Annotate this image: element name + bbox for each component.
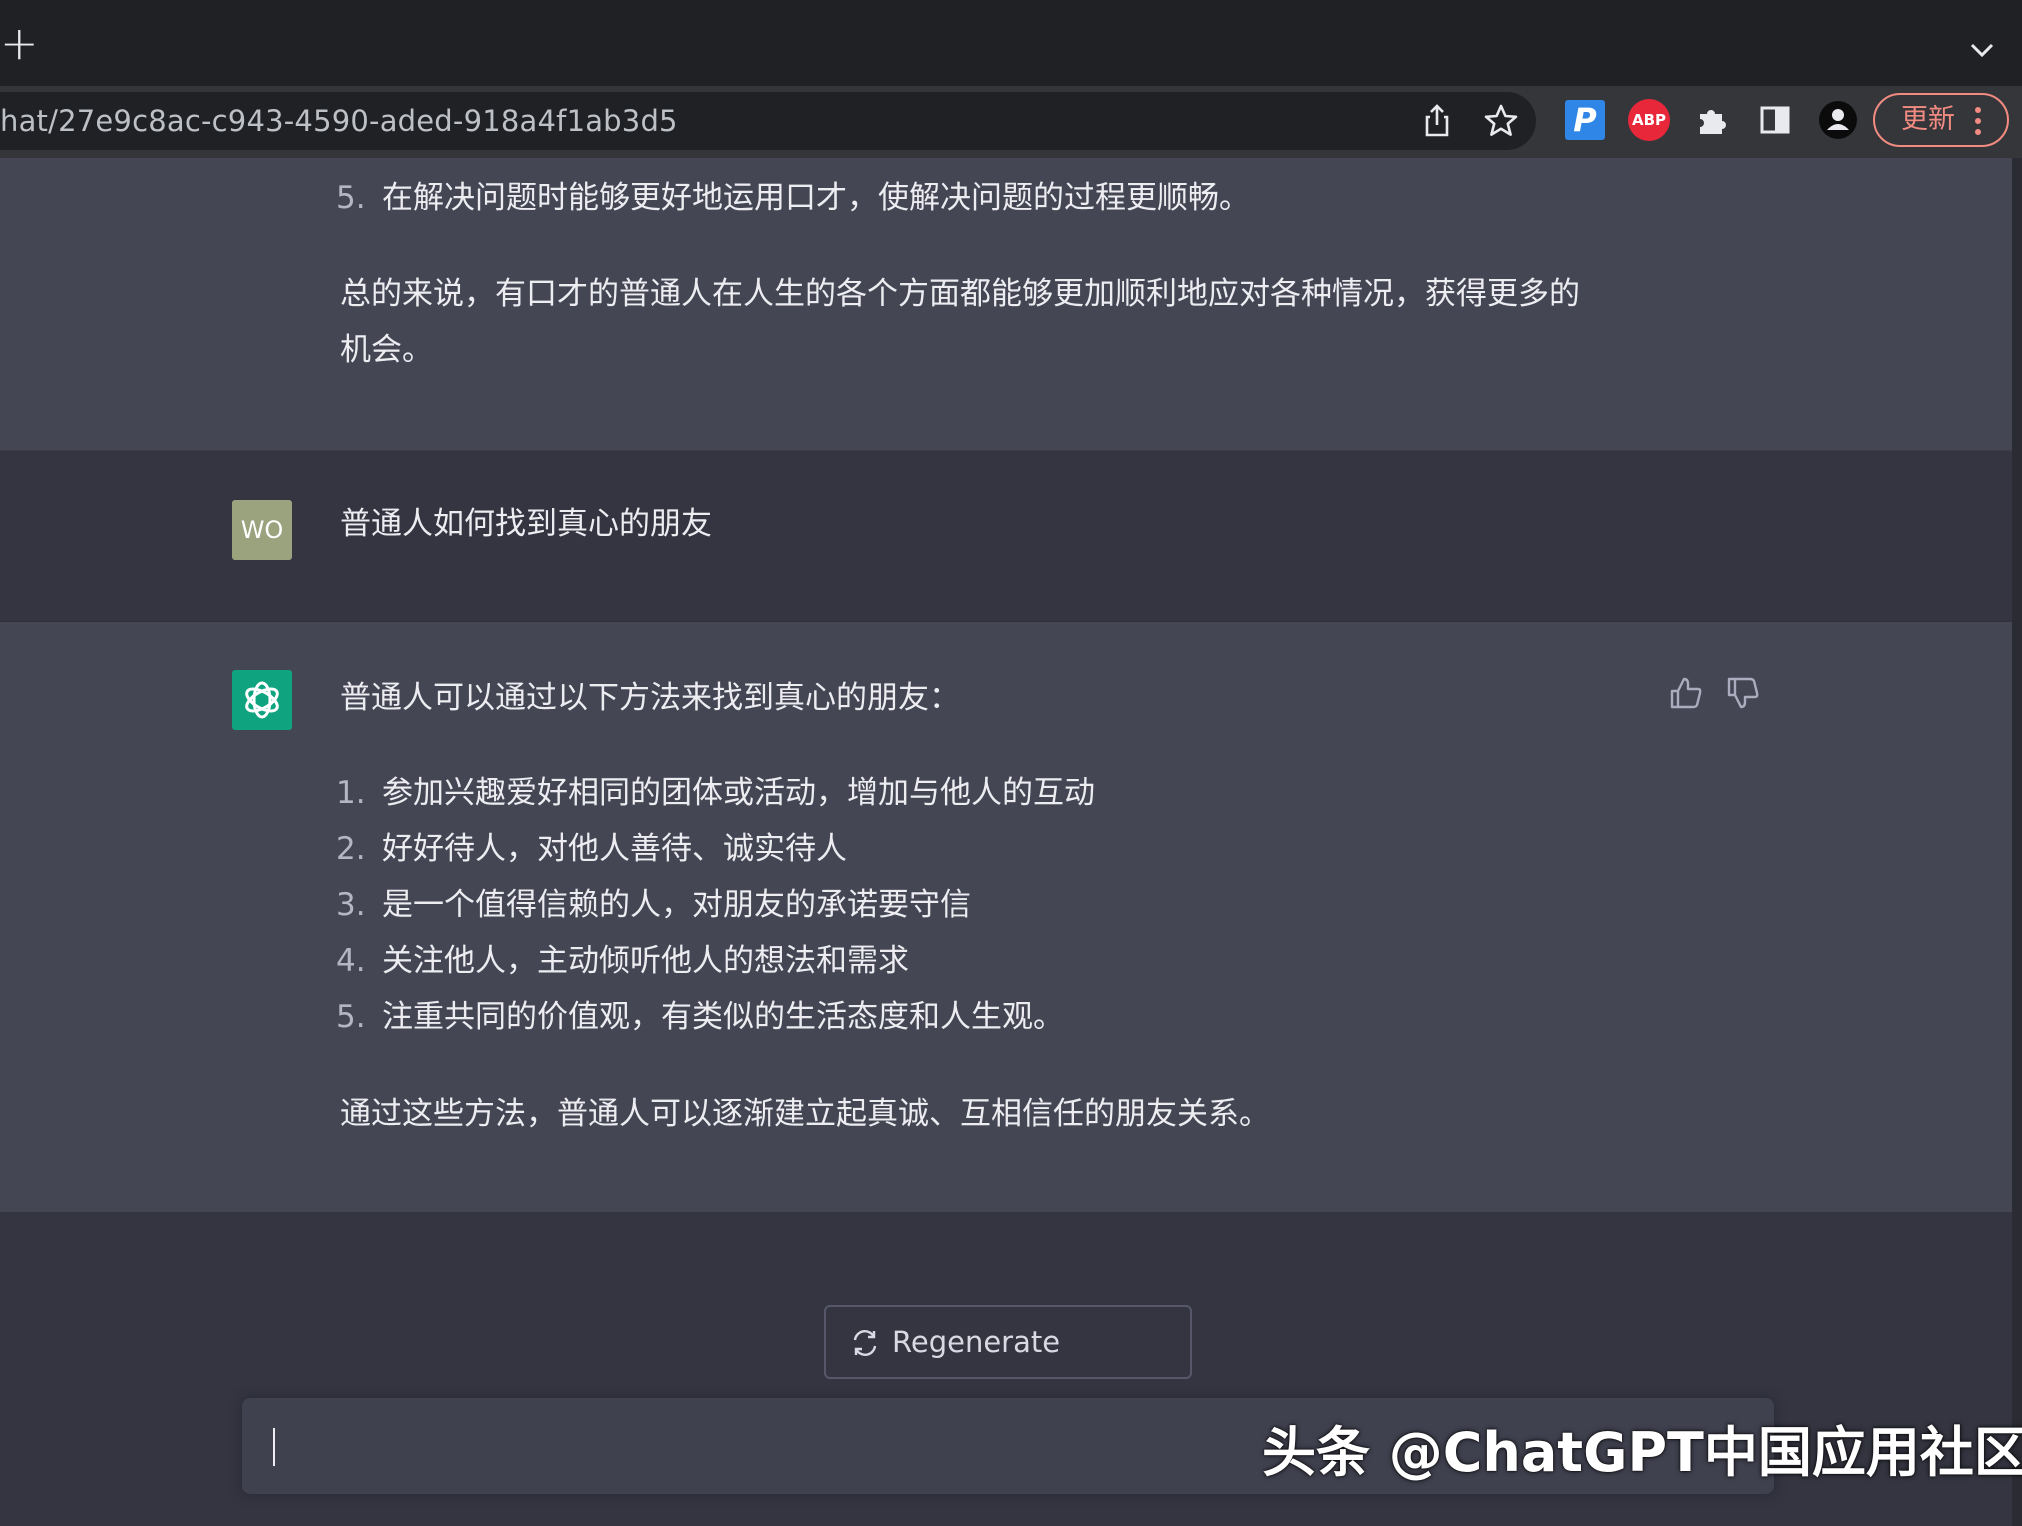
tab-search-chevron-icon[interactable] bbox=[1962, 30, 2002, 70]
assistant-conclusion: 通过这些方法，普通人可以逐渐建立起真诚、互相信任的朋友关系。 bbox=[340, 1096, 1270, 1132]
thumbs-down-icon[interactable] bbox=[1725, 675, 1761, 711]
watermark: 头条 @ChatGPT中国应用社区 bbox=[1262, 1421, 2022, 1484]
scrollbar-track[interactable] bbox=[2012, 158, 2022, 1526]
assistant-intro: 普通人可以通过以下方法来找到真心的朋友： bbox=[340, 680, 960, 716]
summary-line-1: 总的来说，有口才的普通人在人生的各个方面都能够更加顺利地应对各种情况，获得更多的 bbox=[340, 276, 1580, 312]
update-label: 更新 bbox=[1901, 104, 1955, 135]
bookmark-star-icon[interactable] bbox=[1482, 102, 1520, 140]
profile-avatar-icon[interactable] bbox=[1818, 100, 1858, 140]
user-message-text: 普通人如何找到真心的朋友 bbox=[340, 506, 712, 542]
update-button[interactable]: 更新 bbox=[1873, 93, 2009, 147]
address-bar[interactable]: hat/27e9c8ac-c943-4590-aded-918a4f1ab3d5 bbox=[0, 92, 1536, 150]
user-message bbox=[0, 451, 2012, 622]
side-panel-icon[interactable] bbox=[1755, 100, 1795, 140]
text-caret bbox=[273, 1428, 275, 1466]
tab-strip: + bbox=[0, 0, 2022, 86]
menu-dots-icon[interactable] bbox=[1973, 106, 1983, 136]
summary-line-2: 机会。 bbox=[340, 332, 433, 368]
share-icon[interactable] bbox=[1418, 102, 1456, 140]
openai-knot-icon bbox=[245, 681, 279, 719]
new-tab-button[interactable]: + bbox=[0, 20, 39, 66]
url-text[interactable]: hat/27e9c8ac-c943-4590-aded-918a4f1ab3d5 bbox=[0, 92, 678, 150]
user-avatar: WO bbox=[232, 500, 292, 560]
extensions-puzzle-icon[interactable] bbox=[1692, 100, 1732, 140]
chatgpt-logo-icon bbox=[232, 670, 292, 730]
thumbs-up-icon[interactable] bbox=[1668, 675, 1704, 711]
extension-p-icon[interactable]: P bbox=[1565, 100, 1605, 140]
adblock-plus-icon[interactable]: ABP bbox=[1628, 99, 1670, 141]
regenerate-response-button[interactable]: Regenerate response bbox=[824, 1305, 1192, 1429]
refresh-icon bbox=[853, 1330, 877, 1356]
